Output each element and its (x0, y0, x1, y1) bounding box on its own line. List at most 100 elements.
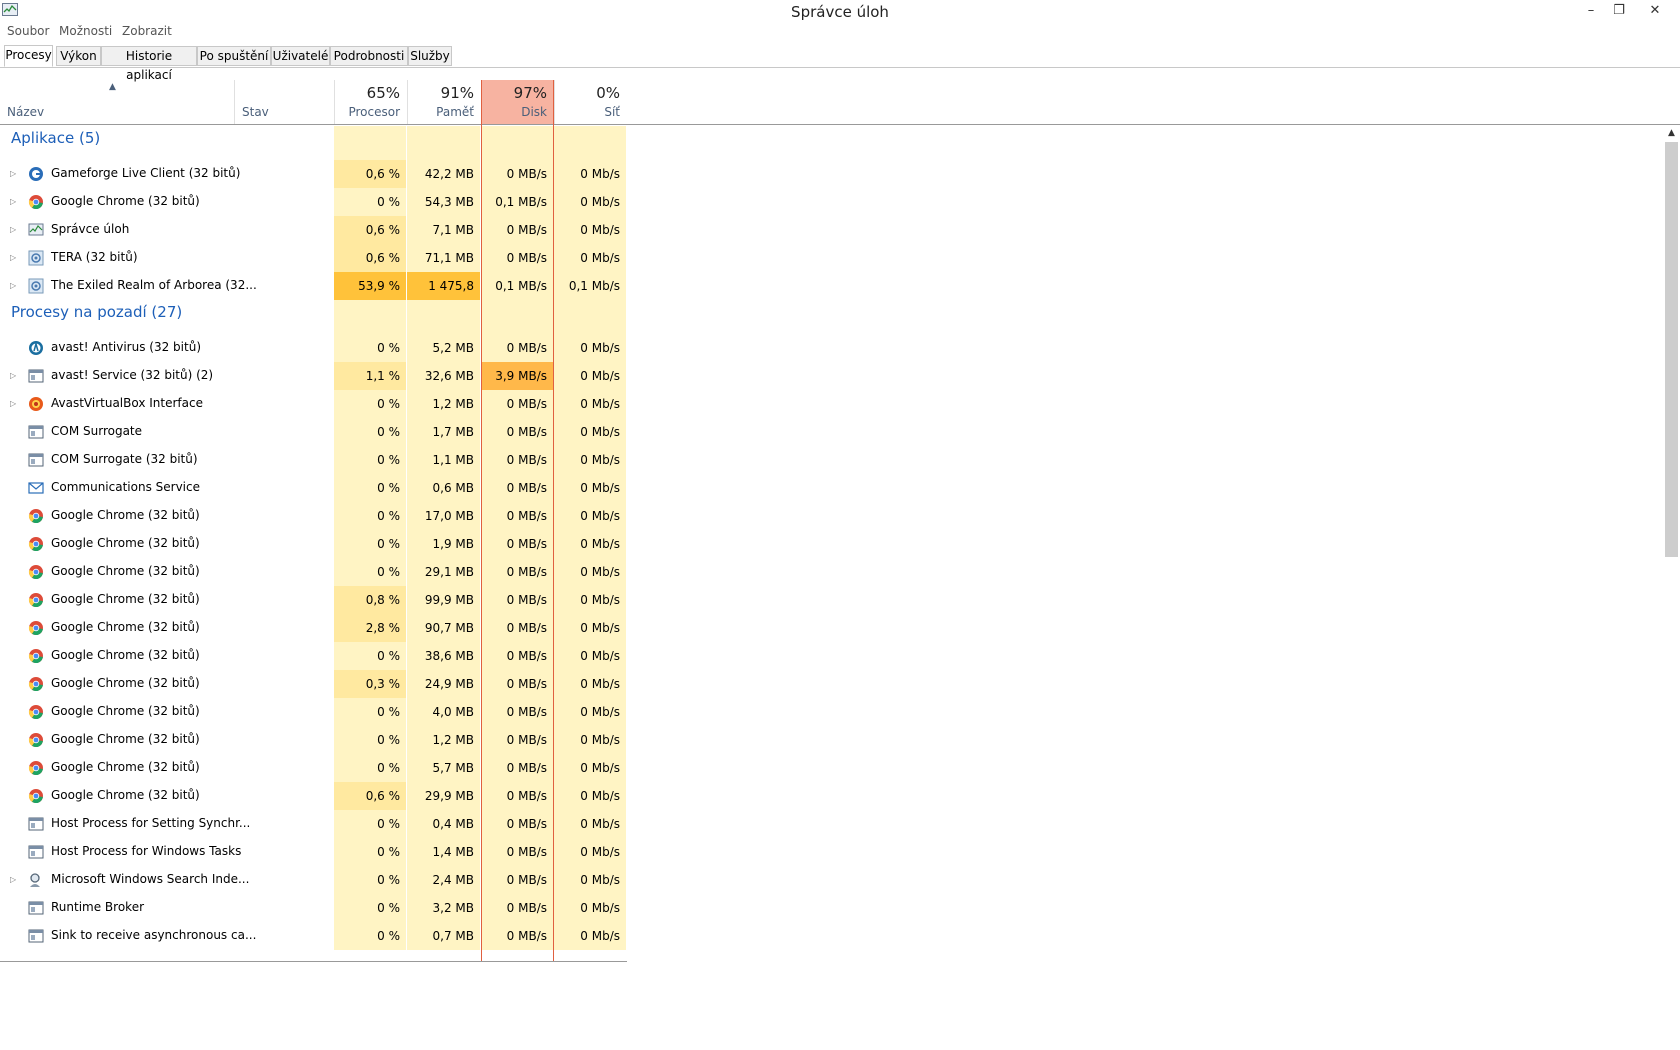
maximize-button[interactable]: ❐ (1604, 0, 1634, 22)
tab-performance[interactable]: Výkon (56, 46, 101, 66)
process-row[interactable]: ▷ Správce úloh 0,6 % 7,1 MB 0 MB/s 0 Mb/s (0, 216, 627, 244)
process-row[interactable]: Host Process for Setting Synchr... 0 % 0,4… (0, 810, 627, 838)
scroll-up-arrow-icon[interactable]: ▲ (1663, 126, 1680, 140)
expand-chevron-icon[interactable]: ▷ (10, 875, 16, 884)
process-row[interactable]: Google Chrome (32 bitů) 0 % 1,2 MB 0 MB/s 0 … (0, 726, 627, 754)
process-net-value: 0 Mb/s (554, 782, 626, 810)
window-title: Správce úloh (791, 3, 889, 21)
expand-chevron-icon[interactable]: ▷ (10, 169, 16, 178)
tab-startup[interactable]: Po spuštění (197, 46, 271, 66)
column-header-status[interactable]: Stav (234, 80, 334, 124)
process-row[interactable]: ▷ Microsoft Windows Search Inde... 0 % 2,4 … (0, 866, 627, 894)
process-name: AvastVirtualBox Interface (51, 396, 203, 410)
process-mem-value: 0,7 MB (407, 922, 480, 950)
process-row[interactable]: Google Chrome (32 bitů) 0 % 38,6 MB 0 MB/s 0… (0, 642, 627, 670)
process-mem-value: 54,3 MB (407, 188, 480, 216)
column-header-memory[interactable]: 91% Paměť (407, 80, 481, 124)
column-header-network[interactable]: 0% Síť (554, 80, 627, 124)
process-row[interactable]: avast! Antivirus (32 bitů) 0 % 5,2 MB 0 MB/… (0, 334, 627, 362)
process-row[interactable]: COM Surrogate (32 bitů) 0 % 1,1 MB 0 MB/s 0 … (0, 446, 627, 474)
group-title-background[interactable]: Procesy na pozadí (27) (11, 303, 182, 321)
service-icon (28, 929, 44, 943)
process-row[interactable]: ▷ AvastVirtualBox Interface 0 % 1,2 MB 0 MB/… (0, 390, 627, 418)
process-name: Host Process for Windows Tasks (51, 844, 242, 858)
process-row[interactable]: ▷ TERA (32 bitů) 0,6 % 71,1 MB 0 MB/s 0 Mb/s (0, 244, 627, 272)
chrome-icon (28, 537, 43, 552)
tera-icon (28, 278, 44, 294)
process-name: Správce úloh (51, 222, 130, 236)
process-row[interactable]: ▷ Gameforge Live Client (32 bitů) 0,6 % 42,… (0, 160, 627, 188)
menu-view[interactable]: Zobrazit (122, 24, 172, 38)
process-cpu-value: 0 % (334, 838, 406, 866)
vertical-scrollbar[interactable]: ▲ (1663, 126, 1680, 962)
process-name: avast! Service (32 bitů) (2) (51, 368, 214, 382)
process-row[interactable]: ▷ Google Chrome (32 bitů) 0 % 54,3 MB 0,1 MB… (0, 188, 627, 216)
service-icon (28, 901, 44, 915)
chrome-icon (28, 565, 43, 580)
process-row[interactable]: Google Chrome (32 bitů) 0,6 % 29,9 MB 0 MB/… (0, 782, 627, 810)
process-mem-value: 1,1 MB (407, 446, 480, 474)
process-disk-value: 0 MB/s (481, 558, 553, 586)
process-net-value: 0 Mb/s (554, 530, 626, 558)
process-disk-value: 0 MB/s (481, 894, 553, 922)
process-mem-value: 90,7 MB (407, 614, 480, 642)
minimize-button[interactable]: – (1576, 0, 1606, 22)
process-row[interactable]: ▷ avast! Service (32 bitů) (2) 1,1 % 32,6 M… (0, 362, 627, 390)
process-name: Google Chrome (32 bitů) (51, 788, 200, 802)
cpu-total-percent: 65% (366, 84, 400, 102)
process-name: The Exiled Realm of Arborea (32... (51, 278, 257, 292)
group-cell-mem (407, 126, 480, 160)
menu-options[interactable]: Možnosti (59, 24, 112, 38)
process-cpu-value: 0 % (334, 474, 406, 502)
chrome-icon (28, 733, 43, 748)
tab-processes[interactable]: Procesy (4, 45, 53, 67)
scroll-thumb[interactable] (1665, 142, 1678, 557)
expand-chevron-icon[interactable]: ▷ (10, 197, 16, 206)
expand-chevron-icon[interactable]: ▷ (10, 371, 16, 380)
column-header-name[interactable]: ▲ Název (0, 80, 234, 124)
process-row[interactable]: Google Chrome (32 bitů) 0,3 % 24,9 MB 0 MB/… (0, 670, 627, 698)
menu-file[interactable]: Soubor (7, 24, 49, 38)
service-icon (28, 453, 44, 467)
process-cpu-value: 0 % (334, 446, 406, 474)
process-row[interactable]: Google Chrome (32 bitů) 0 % 5,7 MB 0 MB/s 0 … (0, 754, 627, 782)
process-row[interactable]: Google Chrome (32 bitů) 0 % 1,9 MB 0 MB/s 0 … (0, 530, 627, 558)
expand-chevron-icon[interactable]: ▷ (10, 399, 16, 408)
process-net-value: 0 Mb/s (554, 810, 626, 838)
tab-details[interactable]: Podrobnosti (330, 46, 408, 66)
process-disk-value: 0 MB/s (481, 334, 553, 362)
process-row[interactable]: Google Chrome (32 bitů) 0 % 4,0 MB 0 MB/s 0 … (0, 698, 627, 726)
tab-services[interactable]: Služby (408, 46, 452, 66)
column-header-cpu[interactable]: 65% Procesor (334, 80, 407, 124)
process-net-value: 0,1 Mb/s (554, 272, 626, 300)
chrome-icon (28, 789, 43, 804)
process-row[interactable]: Runtime Broker 0 % 3,2 MB 0 MB/s 0 Mb/s (0, 894, 627, 922)
process-mem-value: 5,2 MB (407, 334, 480, 362)
tab-app-history[interactable]: Historie aplikací (101, 46, 197, 82)
process-row[interactable]: Communications Service 0 % 0,6 MB 0 MB/s 0 M… (0, 474, 627, 502)
process-row[interactable]: COM Surrogate 0 % 1,7 MB 0 MB/s 0 Mb/s (0, 418, 627, 446)
tab-users[interactable]: Uživatelé (271, 46, 330, 66)
process-row[interactable]: Google Chrome (32 bitů) 2,8 % 90,7 MB 0 MB/… (0, 614, 627, 642)
process-row[interactable]: Google Chrome (32 bitů) 0 % 17,0 MB 0 MB/s 0… (0, 502, 627, 530)
close-button[interactable]: ✕ (1640, 0, 1670, 22)
group-title-apps[interactable]: Aplikace (5) (11, 129, 100, 147)
expand-chevron-icon[interactable]: ▷ (10, 253, 16, 262)
process-mem-value: 5,7 MB (407, 754, 480, 782)
process-disk-value: 0 MB/s (481, 586, 553, 614)
process-cpu-value: 0 % (334, 698, 406, 726)
process-row[interactable]: Host Process for Windows Tasks 0 % 1,4 MB 0… (0, 838, 627, 866)
column-header-disk[interactable]: 97% Disk (481, 80, 554, 124)
expand-chevron-icon[interactable]: ▷ (10, 281, 16, 290)
process-net-value: 0 Mb/s (554, 614, 626, 642)
service-icon (28, 425, 44, 439)
process-net-value: 0 Mb/s (554, 754, 626, 782)
process-row[interactable]: ▷ The Exiled Realm of Arborea (32... 53,9 … (0, 272, 627, 321)
process-disk-value: 0 MB/s (481, 160, 553, 188)
expand-chevron-icon[interactable]: ▷ (10, 225, 16, 234)
process-mem-value: 2,4 MB (407, 866, 480, 894)
process-row[interactable]: Google Chrome (32 bitů) 0 % 29,1 MB 0 MB/s 0… (0, 558, 627, 586)
process-row[interactable]: Sink to receive asynchronous ca... 0 % 0,7… (0, 922, 627, 950)
process-row[interactable]: Google Chrome (32 bitů) 0,8 % 99,9 MB 0 MB/… (0, 586, 627, 614)
process-disk-value: 0 MB/s (481, 474, 553, 502)
